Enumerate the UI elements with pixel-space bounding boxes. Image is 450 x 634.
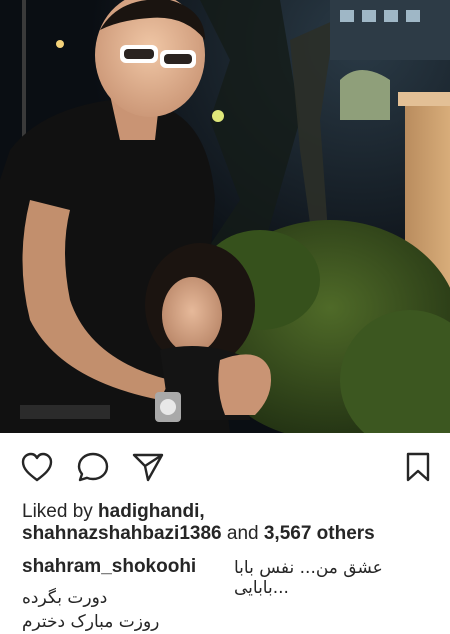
- caption-line-2: دورت بگرده: [22, 588, 108, 608]
- comment-button[interactable]: [73, 449, 113, 485]
- share-button[interactable]: [128, 449, 168, 485]
- post-image: [0, 0, 450, 433]
- caption-line-3: روزت مبارک دخترم: [22, 612, 160, 632]
- bookmark-icon: [406, 452, 430, 482]
- instagram-post: Liked by hadighandi, shahnazshahbazi1386…: [0, 0, 450, 634]
- post-photo[interactable]: [0, 0, 450, 433]
- comment-icon: [77, 452, 109, 482]
- heart-icon: [21, 452, 53, 482]
- likes-summary: Liked by hadighandi, shahnazshahbazi1386…: [22, 501, 442, 545]
- likes-others-link[interactable]: 3,567 others: [264, 523, 375, 544]
- likes-middle: and: [221, 523, 264, 544]
- likes-prefix: Liked by: [22, 501, 99, 522]
- caption-line-1: عشق من... نفس بابا ...بابایی: [234, 558, 383, 598]
- liker-shahnazshahbazi1386[interactable]: shahnazshahbazi1386: [22, 523, 222, 544]
- liker-hadighandi[interactable]: hadighandi,: [98, 501, 205, 522]
- likes-line-2: shahnazshahbazi1386 and 3,567 others: [22, 523, 442, 545]
- like-button[interactable]: [17, 449, 57, 485]
- save-button[interactable]: [398, 449, 438, 485]
- paper-plane-icon: [132, 453, 164, 482]
- action-bar: [0, 445, 450, 489]
- caption-username[interactable]: shahram_shokoohi: [22, 556, 196, 578]
